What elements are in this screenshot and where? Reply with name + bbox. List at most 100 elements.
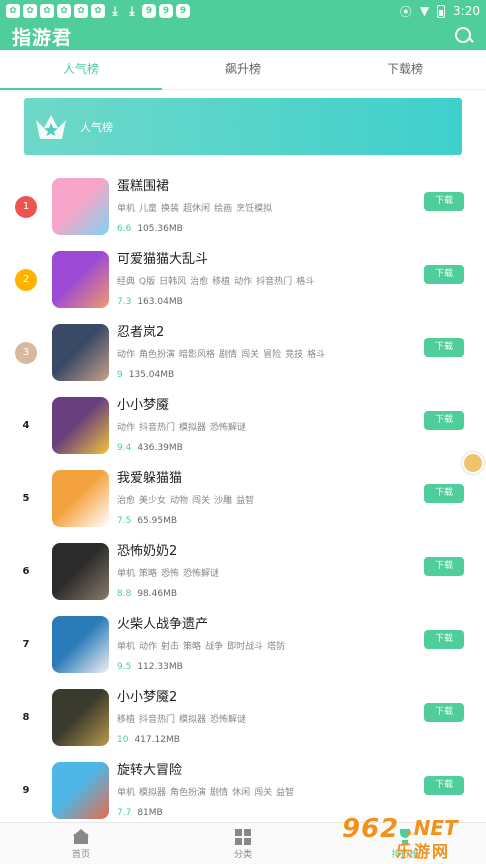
download-button[interactable]: 下载: [424, 630, 464, 649]
app-tag: 动作: [117, 423, 136, 433]
rank-badge: 3: [15, 341, 37, 364]
list-item[interactable]: 6 恐怖奶奶2 单机 策略 恐怖 恐怖解谜 8.8 98.46MB 下载: [0, 535, 486, 608]
grid-icon: [235, 829, 251, 845]
tab-popular[interactable]: 人气榜: [0, 50, 162, 90]
app-tag: 移植: [212, 277, 231, 287]
list-item[interactable]: 4 小小梦魇 动作 抖音热门 模拟器 恐怖解谜 9.4 436.39MB 下载: [0, 389, 486, 462]
app-tag: 儿童: [139, 204, 158, 214]
status-bar: ✿ ✿ ✿ ✿ ✿ ✿ ⤓ ⤓ 9 9 9 ⦿ ▼ 3:20: [0, 0, 486, 22]
app-tag: 即时战斗: [227, 642, 264, 652]
wifi-icon: ▼: [419, 4, 430, 18]
list-item[interactable]: 5 我爱躲猫猫 治愈 美少女 动物 闯关 沙雕 益智 7.5 65.95MB 下载: [0, 462, 486, 535]
rank-number: 9: [22, 785, 30, 796]
rank-number: 8: [22, 712, 30, 723]
ranking-list: 1 蛋糕围裙 单机 儿童 换装 超休闲 绘画 烹饪模拟 6.6 105.36MB 下载 2 可爱猫猫大乱…: [0, 170, 486, 827]
home-icon: [73, 829, 89, 845]
app-meta: 7.5 65.95MB: [117, 515, 486, 527]
list-item[interactable]: 8 小小梦魇2 移植 抖音热门 模拟器 恐怖解谜 10 417.12MB 下载: [0, 681, 486, 754]
app-tag: 绘画: [214, 204, 233, 214]
rank-number: 6: [22, 566, 30, 577]
app-tag: 冒险: [263, 350, 282, 360]
app-tag: 单机: [117, 788, 136, 798]
rank-number: 5: [22, 493, 30, 504]
site-watermark: 962 .NET 乐游网: [340, 814, 480, 861]
app-meta: 8.8 98.46MB: [117, 588, 486, 600]
rank-cell: 6: [0, 566, 52, 577]
app-size: 135.04MB: [128, 370, 175, 380]
download-button[interactable]: 下载: [424, 192, 464, 211]
list-item[interactable]: 3 忍者岚2 动作 角色扮演 暗影风格 剧情 闯关 冒险 竞技 格斗 9 135.04MB 下载: [0, 316, 486, 389]
app-tag: 抖音热门: [139, 423, 176, 433]
app-tag: 恐怖: [161, 569, 180, 579]
download-icon: ⤓: [112, 4, 118, 18]
app-tag: 模拟器: [139, 788, 167, 798]
app-tag: 美少女: [139, 496, 167, 506]
app-tag: 竞技: [285, 350, 304, 360]
app-meta: 9.5 112.33MB: [117, 661, 486, 673]
app-icon[interactable]: [52, 689, 109, 746]
app-score: 9.5: [117, 662, 132, 672]
app-tag: 单机: [117, 642, 136, 652]
download-button[interactable]: 下载: [424, 265, 464, 284]
app-size: 81MB: [137, 808, 163, 818]
app-icon[interactable]: [52, 616, 109, 673]
app-icon[interactable]: [52, 762, 109, 819]
nav-home[interactable]: 首页: [0, 823, 162, 864]
download-button[interactable]: 下载: [424, 557, 464, 576]
nav-category[interactable]: 分类: [162, 823, 324, 864]
download-button[interactable]: 下载: [424, 338, 464, 357]
app-tag: 闯关: [241, 350, 260, 360]
list-item[interactable]: 1 蛋糕围裙 单机 儿童 换装 超休闲 绘画 烹饪模拟 6.6 105.36MB 下载: [0, 170, 486, 243]
rank-cell: 4: [0, 420, 52, 431]
app-size: 98.46MB: [137, 589, 178, 599]
app-icon[interactable]: [52, 470, 109, 527]
app-icon[interactable]: [52, 178, 109, 235]
tab-downloads[interactable]: 下载榜: [324, 50, 486, 89]
search-icon[interactable]: [454, 26, 474, 46]
app-tag: 角色扮演: [139, 350, 176, 360]
app-meta: 9 135.04MB: [117, 369, 486, 381]
app-tag: 抖音热门: [139, 715, 176, 725]
app-tag: 闯关: [192, 496, 211, 506]
app-size: 65.95MB: [137, 516, 178, 526]
rank-badge: 2: [15, 268, 37, 291]
app-tag: 角色扮演: [170, 788, 207, 798]
app-tag: 策略: [139, 569, 158, 579]
paw-notif-icon: ✿: [74, 4, 88, 18]
app-size: 163.04MB: [137, 297, 183, 307]
floating-assistant-icon[interactable]: [462, 452, 484, 474]
app-bar: 指游君: [0, 22, 486, 50]
app-tag: 策略: [183, 642, 202, 652]
download-button[interactable]: 下载: [424, 776, 464, 795]
banner-title: 人气榜: [80, 120, 113, 134]
download-button[interactable]: 下载: [424, 484, 464, 503]
app-tag: 动物: [170, 496, 189, 506]
list-item[interactable]: 7 火柴人战争遗产 单机 动作 射击 策略 战争 即时战斗 塔防 9.5 112.33MB 下载: [0, 608, 486, 681]
app-meta: 9.4 436.39MB: [117, 442, 486, 454]
battery-icon: [437, 4, 446, 18]
app-size: 105.36MB: [137, 224, 183, 234]
list-item[interactable]: 2 可爱猫猫大乱斗 经典 Q版 日韩风 治愈 移植 动作 抖音热门 格斗 7.3 163.04MB 下载: [0, 243, 486, 316]
app-tag: 暗影风格: [179, 350, 216, 360]
rank-cell: 3: [0, 341, 52, 364]
app-tag: 沙雕: [214, 496, 233, 506]
app-tag: 动作: [234, 277, 253, 287]
app-tag: 抖音热门: [256, 277, 293, 287]
app-icon[interactable]: [52, 251, 109, 308]
app-tag: 单机: [117, 204, 136, 214]
app-tag: 恐怖解谜: [210, 423, 247, 433]
app-score: 10: [117, 735, 129, 745]
app-tag: 治愈: [190, 277, 209, 287]
download-button[interactable]: 下载: [424, 703, 464, 722]
paw-notif-icon: ✿: [23, 4, 37, 18]
rank-cell: 1: [0, 195, 52, 218]
app-icon[interactable]: [52, 397, 109, 454]
app-icon[interactable]: [52, 543, 109, 600]
tab-rising[interactable]: 飙升榜: [162, 50, 324, 89]
app-tag: 经典: [117, 277, 136, 287]
download-button[interactable]: 下载: [424, 411, 464, 430]
app-tag: 恐怖解谜: [183, 569, 220, 579]
app-icon[interactable]: [52, 324, 109, 381]
app-score: 9: [117, 370, 123, 380]
app-tag: 动作: [117, 350, 136, 360]
